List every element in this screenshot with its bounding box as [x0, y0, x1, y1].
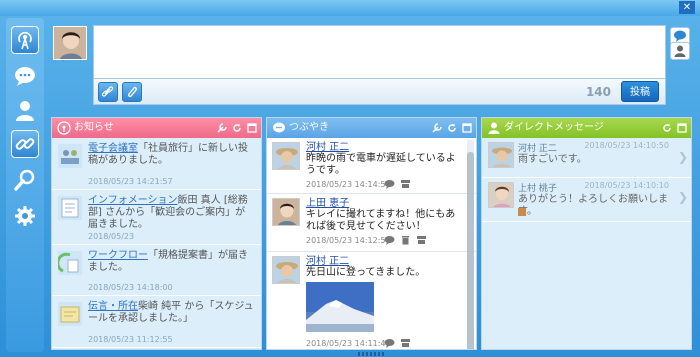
avatar	[272, 198, 300, 226]
post-text-input[interactable]	[93, 25, 666, 79]
list-item[interactable]: ワークフロー「規格提案書」が届きました。 2018/05/23 14:18:00	[52, 245, 261, 296]
gear-icon[interactable]	[11, 202, 39, 230]
list-item[interactable]: 河村 正二 先日山に登ってきました。 2018/05/23 14:11:46	[267, 252, 476, 348]
panel-header: つぶやき	[267, 118, 476, 138]
avatar	[272, 256, 300, 284]
resize-grip[interactable]	[358, 352, 386, 356]
announcements-panel: お知らせ 電子会議室「社員旅行」に新しい投稿がありました。 2018/05/23…	[51, 117, 262, 350]
chevron-right-icon[interactable]: ❯	[678, 190, 688, 204]
reply-icon[interactable]	[384, 235, 395, 245]
trash-icon[interactable]	[400, 235, 411, 245]
character-count: 140	[585, 85, 611, 99]
attachment-icon	[518, 208, 526, 216]
list-item[interactable]: 上田 恵子 キレイに撮れてますね！他にもあれば後で見せてください！ 2018/0…	[267, 194, 476, 252]
maximize-icon[interactable]	[247, 123, 257, 133]
speech-bubble-icon	[273, 122, 285, 133]
information-icon	[58, 196, 82, 220]
list-item[interactable]: 電子会議室「社員旅行」に新しい投稿がありました。 2018/05/23 14:2…	[52, 138, 261, 190]
list-item[interactable]: 伝言・所在柴崎 純平 から「スケジュールを承認しました。」 2018/05/23…	[52, 296, 261, 348]
refresh-icon[interactable]	[662, 123, 672, 133]
announcement-link[interactable]: 電子会議室	[88, 143, 138, 154]
archive-icon[interactable]	[416, 235, 427, 245]
maximize-icon[interactable]	[462, 123, 472, 133]
chat-bubble-icon[interactable]	[11, 62, 39, 90]
user-icon	[488, 122, 500, 134]
post-composer: 140 投稿	[51, 21, 668, 107]
archive-icon[interactable]	[400, 179, 411, 189]
workflow-icon	[58, 251, 82, 275]
composer-toolbar: 140 投稿	[93, 79, 666, 105]
list-item[interactable]: 河村 正二 2018/05/23 14:10:50 雨すごいです。 ❯	[482, 138, 691, 178]
wrench-icon[interactable]	[217, 123, 227, 133]
panel-header: ダイレクトメッセージ	[482, 118, 691, 138]
search-icon[interactable]	[11, 166, 39, 194]
author-name[interactable]: 上田 恵子	[306, 198, 464, 209]
author-name[interactable]: 河村 正二	[306, 142, 464, 153]
list-item[interactable]: 上村 桃子 2018/05/23 14:10:10 ありがとう！よろしくお願いし…	[482, 178, 691, 222]
panel-header: お知らせ	[52, 118, 261, 138]
announcement-link[interactable]: 伝言・所在	[88, 301, 138, 312]
list-item[interactable]: インフォメーション飯田 真人 [総務部] さんから「歓迎会のご案内」が届きました…	[52, 190, 261, 245]
user-icon[interactable]	[11, 96, 39, 124]
avatar	[53, 26, 87, 60]
panel-title: ダイレクトメッセージ	[504, 122, 604, 133]
link-icon[interactable]	[98, 82, 118, 102]
avatar	[272, 142, 300, 170]
scrollbar[interactable]	[467, 140, 474, 349]
attached-photo[interactable]	[306, 282, 374, 332]
refresh-icon[interactable]	[447, 123, 457, 133]
meeting-room-icon	[58, 144, 82, 168]
reply-icon[interactable]	[384, 338, 395, 348]
broadcast-icon[interactable]	[11, 26, 39, 54]
panel-title: つぶやき	[289, 122, 329, 133]
author-name[interactable]: 河村 正二	[306, 256, 464, 267]
tweets-panel: つぶやき 河村 正二 昨晩の雨で電車が遅延しているようです。 2018/05/2…	[266, 117, 477, 350]
panel-title: お知らせ	[74, 122, 114, 133]
avatar	[488, 182, 514, 208]
chevron-right-icon[interactable]: ❯	[678, 150, 688, 164]
maximize-icon[interactable]	[677, 123, 687, 133]
left-navigation	[6, 18, 44, 352]
title-bar	[0, 0, 700, 16]
announcement-link[interactable]: ワークフロー	[88, 250, 148, 261]
direct-messages-panel: ダイレクトメッセージ 河村 正二 2018/05/23 14:10:50 雨すご…	[481, 117, 692, 350]
wrench-icon[interactable]	[432, 123, 442, 133]
list-item[interactable]: 河村 正二 昨晩の雨で電車が遅延しているようです。 2018/05/23 14:…	[267, 138, 476, 194]
avatar	[488, 142, 514, 168]
paperclip-icon[interactable]	[122, 82, 142, 102]
archive-icon[interactable]	[400, 338, 411, 348]
link-icon[interactable]	[11, 130, 39, 158]
reply-icon[interactable]	[384, 179, 395, 189]
close-button[interactable]: ✕	[679, 1, 695, 14]
post-button[interactable]: 投稿	[621, 81, 659, 102]
user-icon[interactable]	[670, 42, 690, 60]
scroll-thumb[interactable]	[467, 152, 474, 349]
refresh-icon[interactable]	[232, 123, 242, 133]
message-note-icon	[58, 302, 82, 326]
broadcast-icon	[57, 121, 71, 135]
announcement-link[interactable]: インフォメーション	[88, 195, 178, 206]
